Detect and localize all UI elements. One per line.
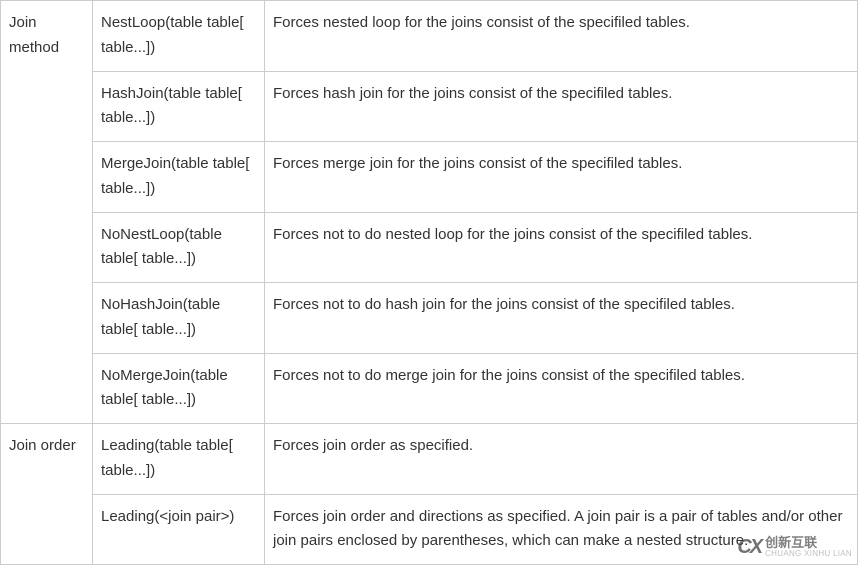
hint-cell: NoHashJoin(table table[ table...]) bbox=[93, 283, 265, 354]
description-cell: Forces hash join for the joins consist o… bbox=[265, 71, 858, 142]
category-cell: Join order bbox=[1, 424, 93, 565]
description-cell: Forces merge join for the joins consist … bbox=[265, 142, 858, 213]
description-cell: Forces not to do hash join for the joins… bbox=[265, 283, 858, 354]
table-row: Join methodNestLoop(table table[ table..… bbox=[1, 1, 858, 72]
table-row: Leading(<join pair>)Forces join order an… bbox=[1, 494, 858, 565]
table-row: NoHashJoin(table table[ table...])Forces… bbox=[1, 283, 858, 354]
description-cell: Forces join order as specified. bbox=[265, 424, 858, 495]
hints-table-body: Join methodNestLoop(table table[ table..… bbox=[1, 1, 858, 565]
hint-cell: HashJoin(table table[ table...]) bbox=[93, 71, 265, 142]
table-row: NoNestLoop(table table[ table...])Forces… bbox=[1, 212, 858, 283]
table-row: Join orderLeading(table table[ table...]… bbox=[1, 424, 858, 495]
description-cell: Forces not to do merge join for the join… bbox=[265, 353, 858, 424]
description-cell: Forces not to do nested loop for the joi… bbox=[265, 212, 858, 283]
hint-cell: Leading(table table[ table...]) bbox=[93, 424, 265, 495]
hint-cell: NoMergeJoin(table table[ table...]) bbox=[93, 353, 265, 424]
hint-cell: NestLoop(table table[ table...]) bbox=[93, 1, 265, 72]
hint-cell: MergeJoin(table table[ table...]) bbox=[93, 142, 265, 213]
description-cell: Forces nested loop for the joins consist… bbox=[265, 1, 858, 72]
description-cell: Forces join order and directions as spec… bbox=[265, 494, 858, 565]
hint-cell: Leading(<join pair>) bbox=[93, 494, 265, 565]
hint-cell: NoNestLoop(table table[ table...]) bbox=[93, 212, 265, 283]
hints-table: Join methodNestLoop(table table[ table..… bbox=[0, 0, 858, 565]
table-row: MergeJoin(table table[ table...])Forces … bbox=[1, 142, 858, 213]
table-row: NoMergeJoin(table table[ table...])Force… bbox=[1, 353, 858, 424]
table-row: HashJoin(table table[ table...])Forces h… bbox=[1, 71, 858, 142]
category-cell: Join method bbox=[1, 1, 93, 424]
